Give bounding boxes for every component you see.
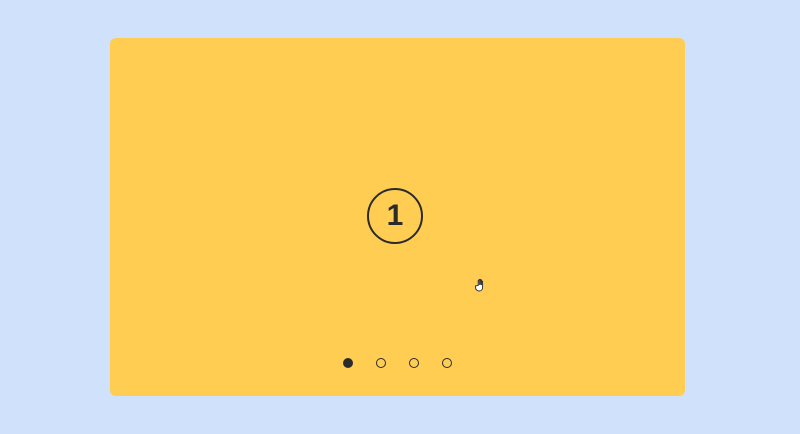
slide-number-badge: 1 [367, 188, 423, 244]
pagination-dot-2[interactable] [376, 358, 386, 368]
pagination-dot-3[interactable] [409, 358, 419, 368]
slide-number-label: 1 [386, 199, 404, 232]
carousel-slide[interactable]: 1 [110, 38, 685, 396]
pagination-dot-1[interactable] [343, 358, 353, 368]
carousel[interactable]: 1 [110, 38, 685, 396]
pagination-dot-4[interactable] [442, 358, 452, 368]
carousel-pagination [110, 356, 685, 370]
